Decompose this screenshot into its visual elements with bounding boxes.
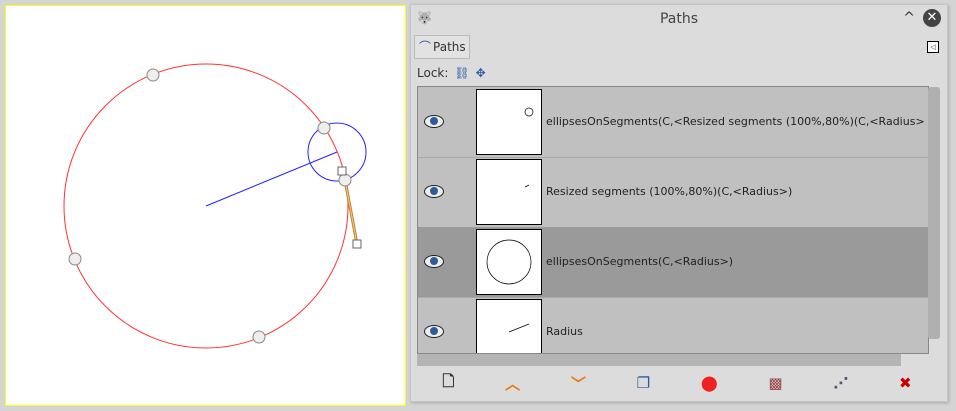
lock-position-icon[interactable]: ✥ (476, 66, 486, 80)
path-to-selection-button[interactable]: ⬤ (701, 374, 718, 392)
dialog-title: Paths (659, 11, 699, 27)
lock-strokes-icon[interactable]: ⛓ (454, 66, 469, 80)
path-row[interactable]: Radius (418, 297, 928, 353)
path-name: ellipsesOnSegments(C,<Resized segments (… (546, 115, 925, 128)
paths-list: ellipsesOnSegments(C,<Resized segments (… (417, 86, 929, 354)
tab-label: Paths (433, 40, 466, 54)
path-thumbnail (476, 229, 542, 295)
paths-dialog: 🐺 Paths ^ ✕ ⌒ Paths ◁ Lock: ⛓ ✥ ellipsesOnS… (410, 4, 948, 402)
control-handle (352, 239, 362, 249)
path-row[interactable]: ellipsesOnSegments(C,<Resized segments (… (418, 87, 928, 158)
radius-line (205, 151, 338, 207)
path-name: Resized segments (100%,80%)(C,<Radius>) (546, 185, 793, 198)
tab-paths[interactable]: ⌒ Paths (414, 35, 470, 59)
path-drawing (63, 63, 367, 349)
path-thumbnail (476, 159, 542, 225)
button-bar: 🗋 ︿ ﹀ ❐ ⬤ ▩ ⋰ ✖ (417, 371, 937, 395)
close-button[interactable]: ✕ (923, 9, 941, 27)
tab-menu-button[interactable]: ◁ (927, 41, 939, 53)
path-thumbnail (476, 299, 542, 353)
vertical-scrollbar[interactable] (928, 87, 940, 339)
path-thumbnail (476, 89, 542, 155)
visibility-eye-icon[interactable] (424, 255, 444, 268)
raise-path-button[interactable]: ︿ (505, 373, 520, 394)
visibility-eye-icon[interactable] (424, 115, 444, 128)
path-name: Radius (546, 325, 583, 338)
lower-path-button[interactable]: ﹀ (571, 373, 586, 394)
visibility-eye-icon[interactable] (424, 325, 444, 338)
path-name: ellipsesOnSegments(C,<Radius>) (546, 255, 734, 268)
path-row[interactable]: Resized segments (100%,80%)(C,<Radius>) (418, 157, 928, 228)
paths-icon: ⌒ (419, 40, 432, 54)
paint-along-path-button[interactable]: ⋰ (833, 374, 848, 392)
delete-path-button[interactable]: ✖ (899, 374, 912, 392)
visibility-eye-icon[interactable] (424, 185, 444, 198)
horizontal-scrollbar[interactable] (417, 354, 901, 366)
anchor-points (68, 68, 352, 344)
duplicate-path-button[interactable]: ❐ (637, 374, 650, 392)
new-path-button[interactable]: 🗋 (442, 371, 454, 396)
lock-row: Lock: ⛓ ✥ (417, 63, 492, 83)
control-handle (337, 166, 347, 176)
image-canvas[interactable] (5, 5, 406, 406)
collapse-button[interactable]: ^ (903, 10, 915, 26)
path-row[interactable]: ellipsesOnSegments(C,<Radius>) (418, 227, 928, 298)
lock-label: Lock: (417, 66, 449, 80)
selection-to-path-button[interactable]: ▩ (768, 374, 782, 392)
